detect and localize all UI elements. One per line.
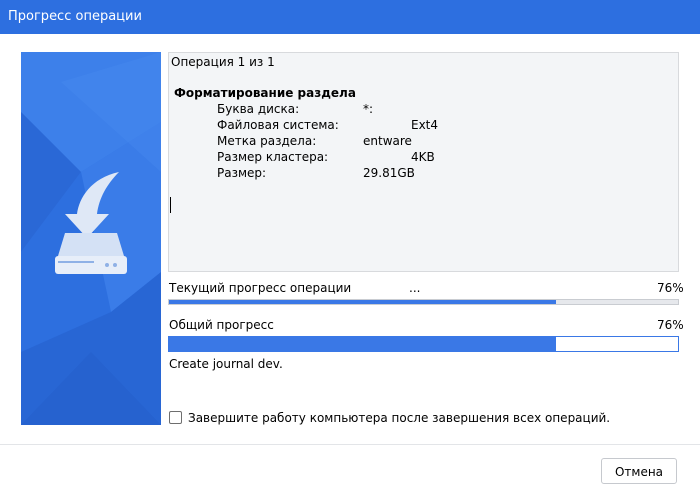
detail-value: Ext4 <box>411 118 439 132</box>
total-progress-bar <box>168 336 679 352</box>
text-caret <box>170 197 171 213</box>
detail-value: *: <box>363 102 374 116</box>
current-progress-bar <box>168 299 679 305</box>
total-progress-label: Общий прогресс <box>169 318 274 332</box>
shutdown-checkbox[interactable] <box>169 411 182 424</box>
window-title: Прогресс операции <box>8 9 142 24</box>
current-progress-fill <box>169 300 556 304</box>
current-step-text: Create journal dev. <box>169 357 283 371</box>
current-progress-status: ... <box>409 281 421 295</box>
current-progress-percent: 76% <box>657 281 684 295</box>
shutdown-checkbox-label[interactable]: Завершите работу компьютера после заверш… <box>188 411 610 425</box>
detail-key: Метка раздела: <box>217 134 317 148</box>
total-progress-percent: 76% <box>657 318 684 332</box>
cancel-button[interactable]: Отмена <box>601 458 677 484</box>
detail-key: Размер кластера: <box>217 150 329 164</box>
detail-value: 29.81GB <box>363 166 415 180</box>
illustration-panel <box>21 52 161 425</box>
detail-value: 4KB <box>411 150 435 164</box>
title-bar: Прогресс операции <box>0 0 700 34</box>
disk-download-icon <box>21 52 161 425</box>
operation-title: Форматирование раздела <box>174 86 356 100</box>
detail-value: entware <box>363 134 412 148</box>
operation-log: Операция 1 из 1 Форматирование раздела Б… <box>168 52 679 272</box>
detail-key: Буква диска: <box>217 102 300 116</box>
detail-key: Размер: <box>217 166 267 180</box>
total-progress-fill <box>169 337 556 351</box>
detail-key: Файловая система: <box>217 118 339 132</box>
footer-divider <box>0 444 700 445</box>
operation-counter: Операция 1 из 1 <box>171 55 275 69</box>
current-progress-label: Текущий прогресс операции <box>169 281 352 295</box>
